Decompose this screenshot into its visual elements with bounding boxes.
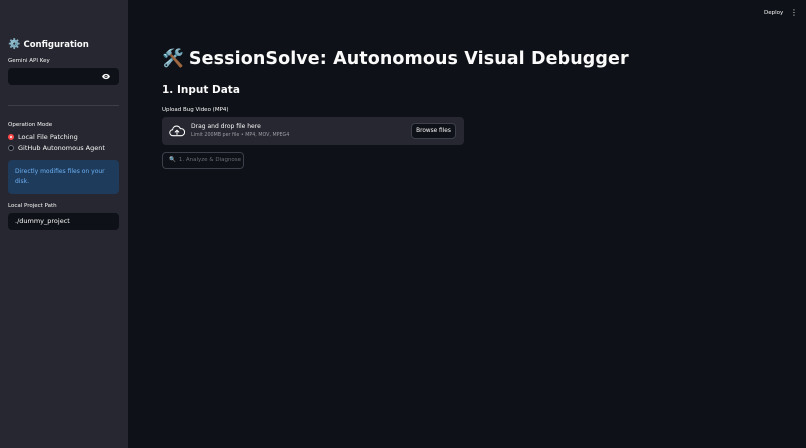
dropzone-title: Drag and drop file here [191,123,261,130]
vertical-dots-icon[interactable]: ⋮ [790,8,798,17]
sidebar-title-text: Configuration [23,39,89,50]
file-dropzone[interactable]: Drag and drop file here Limit 200MB per … [162,117,464,145]
analyze-diagnose-button[interactable]: 🔍 1. Analyze & Diagnose [162,152,244,169]
operation-mode-label: Operation Mode [8,122,53,128]
deploy-button[interactable]: Deploy [764,10,783,16]
api-key-input[interactable] [8,68,119,85]
dropzone-subtitle: Limit 200MB per file • MP4, MOV, MPEG4 [191,133,290,138]
cloud-upload-icon [169,125,185,137]
magnifier-icon: 🔍 [169,157,176,163]
browse-files-button[interactable]: Browse files [411,123,456,139]
radio-unselected-icon[interactable] [8,145,14,151]
radio-label: GitHub Autonomous Agent [18,144,105,152]
upload-label: Upload Bug Video (MP4) [162,107,229,113]
info-box: Directly modifies files on your disk. [8,160,119,194]
page-title-text: SessionSolve: Autonomous Visual Debugger [188,49,629,69]
eye-icon[interactable] [101,72,111,81]
sidebar: ⚙️ Configuration Gemini API Key Operatio… [0,0,128,448]
hammer-wrench-icon: 🛠️ [162,49,184,69]
radio-github-autonomous-agent[interactable]: GitHub Autonomous Agent [8,144,105,152]
project-path-label: Local Project Path [8,203,57,209]
radio-selected-icon[interactable] [8,134,14,140]
project-path-input[interactable]: ./dummy_project [8,213,119,230]
radio-local-file-patching[interactable]: Local File Patching [8,133,78,141]
sidebar-title: ⚙️ Configuration [8,39,89,50]
section-title: 1. Input Data [162,84,240,96]
sidebar-divider [8,105,119,106]
page-title: 🛠️ SessionSolve: Autonomous Visual Debug… [162,49,629,69]
analyze-label: 1. Analyze & Diagnose [178,157,242,163]
gear-icon: ⚙️ [8,39,21,50]
radio-label: Local File Patching [18,133,78,141]
api-key-label: Gemini API Key [8,58,50,64]
